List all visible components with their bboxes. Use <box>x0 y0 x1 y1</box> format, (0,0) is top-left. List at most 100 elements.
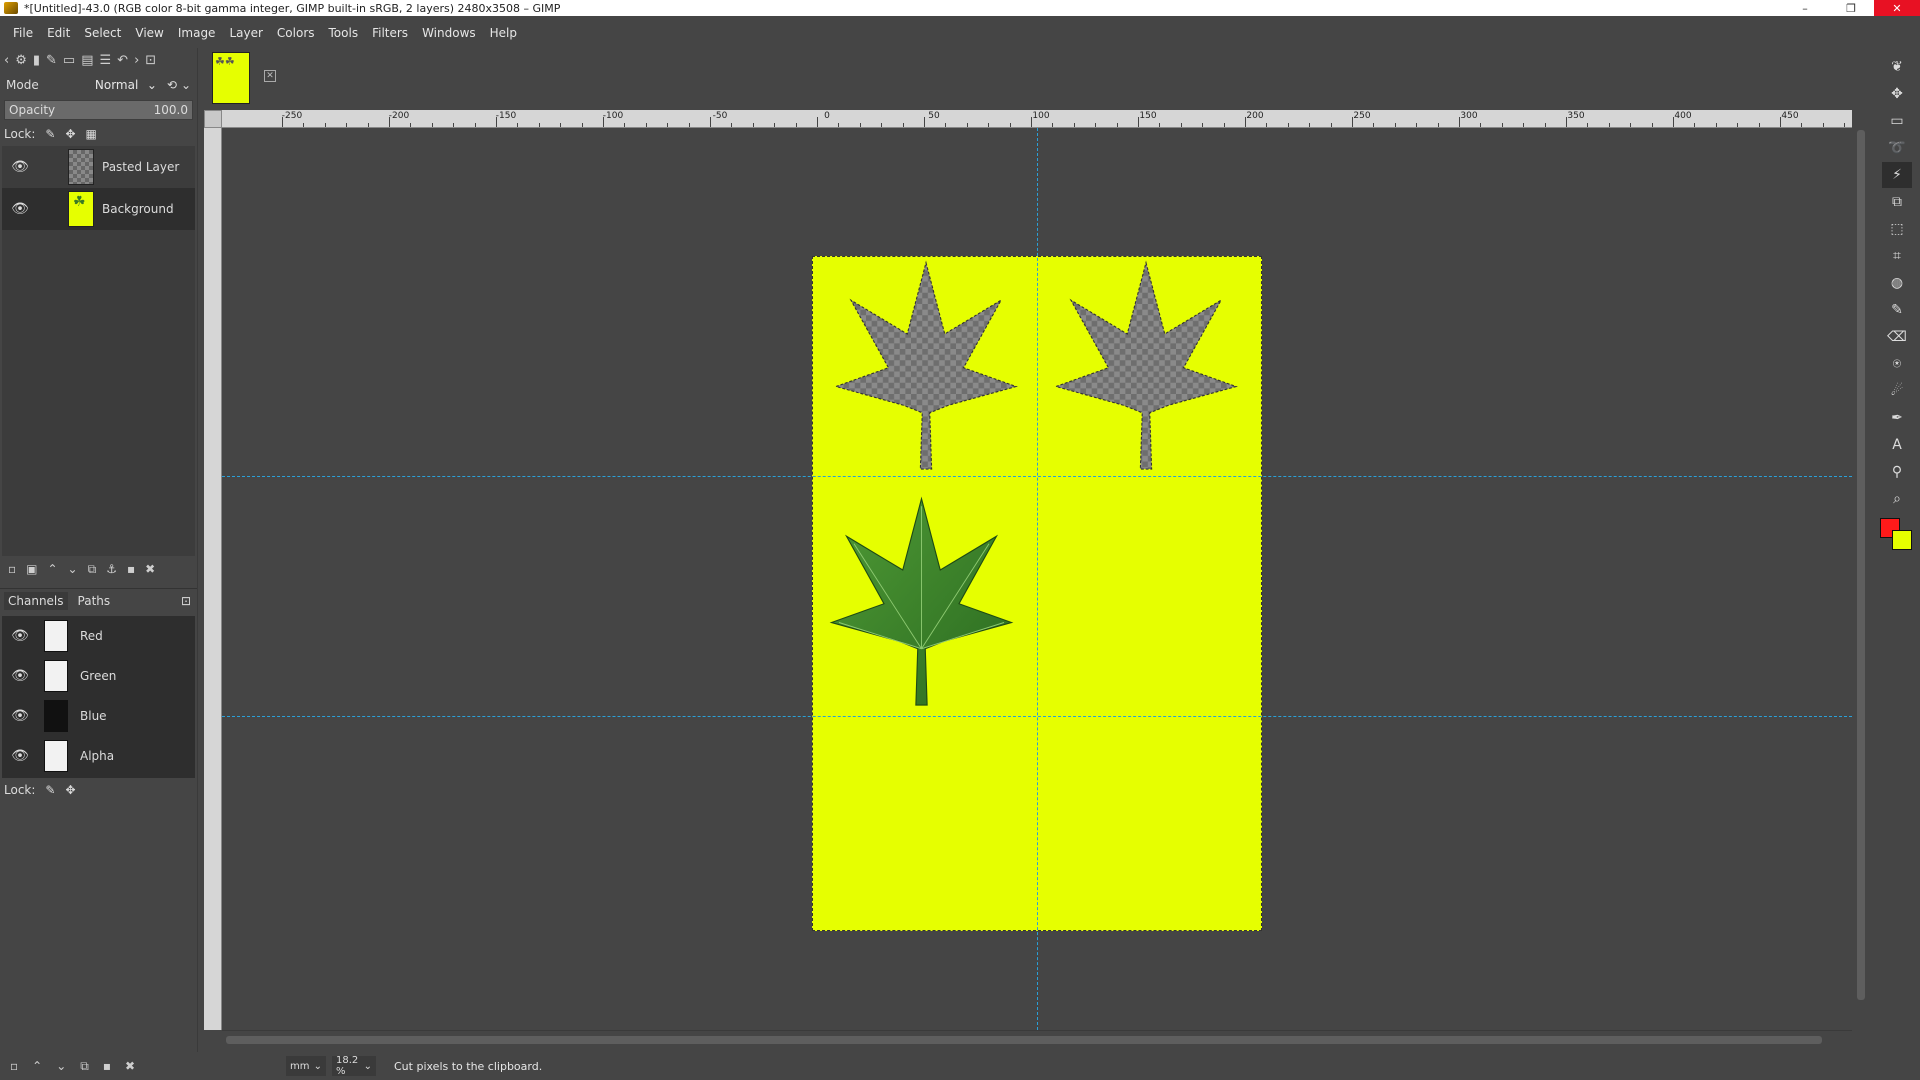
eye-icon[interactable]: 👁 <box>10 668 30 684</box>
tab-paths[interactable]: Paths <box>74 592 115 610</box>
bucket-fill-tool-icon[interactable]: ◍ <box>1882 270 1912 296</box>
color-picker-tool-icon[interactable]: ⚲ <box>1882 459 1912 485</box>
new-group-icon[interactable]: ▣ <box>26 562 37 576</box>
horizontal-scrollbar[interactable] <box>222 1030 1852 1048</box>
lock-position-icon[interactable]: ✥ <box>65 783 75 797</box>
channel-row[interactable]: 👁 Alpha <box>2 736 195 776</box>
horizontal-guide[interactable] <box>222 476 1852 477</box>
menu-image[interactable]: Image <box>171 26 223 40</box>
menu-tools[interactable]: Tools <box>322 26 366 40</box>
prev-tab-icon[interactable]: ‹ <box>4 53 9 68</box>
menu-select[interactable]: Select <box>77 26 128 40</box>
eye-icon[interactable]: 👁 <box>10 708 30 724</box>
channel-to-selection-icon[interactable]: ▪ <box>103 1059 111 1074</box>
menu-help[interactable]: Help <box>483 26 524 40</box>
zoom-select[interactable]: 18.2 % ⌄ <box>332 1055 376 1077</box>
channel-row[interactable]: 👁 Red <box>2 616 195 656</box>
anchor-layer-icon[interactable]: ⚓ <box>106 562 117 576</box>
raise-layer-icon[interactable]: ⌃ <box>47 562 57 576</box>
menu-filters[interactable]: Filters <box>365 26 415 40</box>
clone-tool-icon[interactable]: ⍟ <box>1882 351 1912 377</box>
menu-view[interactable]: View <box>128 26 170 40</box>
menu-file[interactable]: File <box>6 26 40 40</box>
channel-row[interactable]: 👁 Blue <box>2 696 195 736</box>
lasso-tool-icon[interactable]: ➰ <box>1882 135 1912 161</box>
eraser-tool-icon[interactable]: ⌫ <box>1882 324 1912 350</box>
delete-channel-icon[interactable]: ✖ <box>125 1059 135 1074</box>
images-tab-icon[interactable]: ▭ <box>63 53 75 68</box>
zoom-tool-icon[interactable]: ⌕ <box>1882 486 1912 512</box>
duplicate-channel-icon[interactable]: ⧉ <box>80 1059 89 1074</box>
next-tab-icon[interactable]: › <box>134 53 139 68</box>
new-channel-icon[interactable]: ▫ <box>10 1059 18 1074</box>
ruler-corner[interactable] <box>204 110 222 128</box>
layers-tab-icon[interactable]: ☰ <box>100 53 112 68</box>
paintbrush-tool-icon[interactable]: ✎ <box>1882 297 1912 323</box>
raise-channel-icon[interactable]: ⌃ <box>32 1059 42 1074</box>
lock-pixels-icon[interactable]: ✎ <box>45 783 55 797</box>
tab-channels[interactable]: Channels <box>4 591 68 610</box>
tool-options-tab-icon[interactable]: ⚙ <box>15 53 27 68</box>
vertical-guide[interactable] <box>1037 128 1038 1030</box>
fuzzy-select-tool-icon[interactable]: ⚡ <box>1882 162 1912 188</box>
rect-select-tool-icon[interactable]: ▭ <box>1882 108 1912 134</box>
image-tab-thumbnail[interactable] <box>212 52 250 104</box>
duplicate-layer-icon[interactable]: ⧉ <box>88 562 97 577</box>
new-layer-icon[interactable]: ▫ <box>8 562 16 576</box>
ruler-tick <box>817 117 818 127</box>
mode-label: Mode <box>6 78 39 92</box>
smudge-tool-icon[interactable]: ☄ <box>1882 378 1912 404</box>
layer-row[interactable]: 👁 Pasted Layer <box>2 146 195 188</box>
lower-channel-icon[interactable]: ⌄ <box>56 1059 66 1074</box>
vertical-scrollbar[interactable] <box>1852 110 1870 1030</box>
minimize-button[interactable]: – <box>1782 0 1828 16</box>
layer-lock-row: Lock: ✎ ✥ ▦ <box>0 122 197 146</box>
vertical-ruler[interactable] <box>204 128 222 1030</box>
switch-mode-icon[interactable]: ⟲ <box>167 78 177 92</box>
opacity-slider[interactable]: Opacity 100.0 <box>4 100 193 120</box>
document-tab-icon[interactable]: ▤ <box>81 53 93 68</box>
lock-position-icon[interactable]: ✥ <box>65 127 75 141</box>
eye-icon[interactable]: 👁 <box>10 748 30 764</box>
background-color-swatch[interactable] <box>1892 530 1912 550</box>
lower-layer-icon[interactable]: ⌄ <box>68 562 78 576</box>
horizontal-guide[interactable] <box>222 716 1852 717</box>
close-image-icon[interactable]: ✕ <box>264 70 276 82</box>
ruler-tick <box>924 117 925 127</box>
dock-menu-icon[interactable]: ⊡ <box>145 53 156 68</box>
move-tool-icon[interactable]: ✥ <box>1882 81 1912 107</box>
close-window-button[interactable]: ✕ <box>1874 0 1920 16</box>
layer-name[interactable]: Background <box>102 202 174 216</box>
transform-tool-icon[interactable]: ⬚ <box>1882 216 1912 242</box>
menu-layer[interactable]: Layer <box>222 26 269 40</box>
chevron-down-icon[interactable]: ⌄ <box>181 78 191 92</box>
mode-select[interactable]: Normal ⌄ <box>91 75 161 95</box>
horizontal-ruler[interactable]: -250 -200 -150 -100 -50 0 50 100 150 200 250 300 350… <box>222 110 1867 128</box>
layer-row[interactable]: 👁 Background <box>2 188 195 230</box>
eye-icon[interactable]: 👁 <box>10 159 30 175</box>
unit-select[interactable]: mm ⌄ <box>286 1056 326 1076</box>
menu-edit[interactable]: Edit <box>40 26 77 40</box>
scroll-thumb[interactable] <box>226 1036 1822 1044</box>
lock-alpha-icon[interactable]: ▦ <box>86 127 97 141</box>
text-tool-icon[interactable]: A <box>1882 432 1912 458</box>
eye-icon[interactable]: 👁 <box>10 628 30 644</box>
brushes-tab-icon[interactable]: ▮ <box>33 53 40 68</box>
canvas-area[interactable] <box>222 128 1852 1030</box>
layer-name[interactable]: Pasted Layer <box>102 160 179 174</box>
lock-pixels-icon[interactable]: ✎ <box>45 127 55 141</box>
undo-tab-icon[interactable]: ↶ <box>117 53 128 68</box>
paint-tab-icon[interactable]: ✎ <box>46 53 57 68</box>
dock-menu-icon[interactable]: ⊡ <box>181 594 191 608</box>
crop-tool-icon[interactable]: ⧉ <box>1882 189 1912 215</box>
mask-layer-icon[interactable]: ▪ <box>127 562 135 576</box>
eye-icon[interactable]: 👁 <box>10 201 30 217</box>
menu-colors[interactable]: Colors <box>270 26 322 40</box>
paths-tool-icon[interactable]: ✒ <box>1882 405 1912 431</box>
channel-row[interactable]: 👁 Green <box>2 656 195 696</box>
menu-windows[interactable]: Windows <box>415 26 483 40</box>
scroll-thumb[interactable] <box>1857 130 1865 1000</box>
delete-layer-icon[interactable]: ✖ <box>145 562 155 576</box>
warp-tool-icon[interactable]: ⌗ <box>1882 243 1912 269</box>
maximize-button[interactable]: ❐ <box>1828 0 1874 16</box>
